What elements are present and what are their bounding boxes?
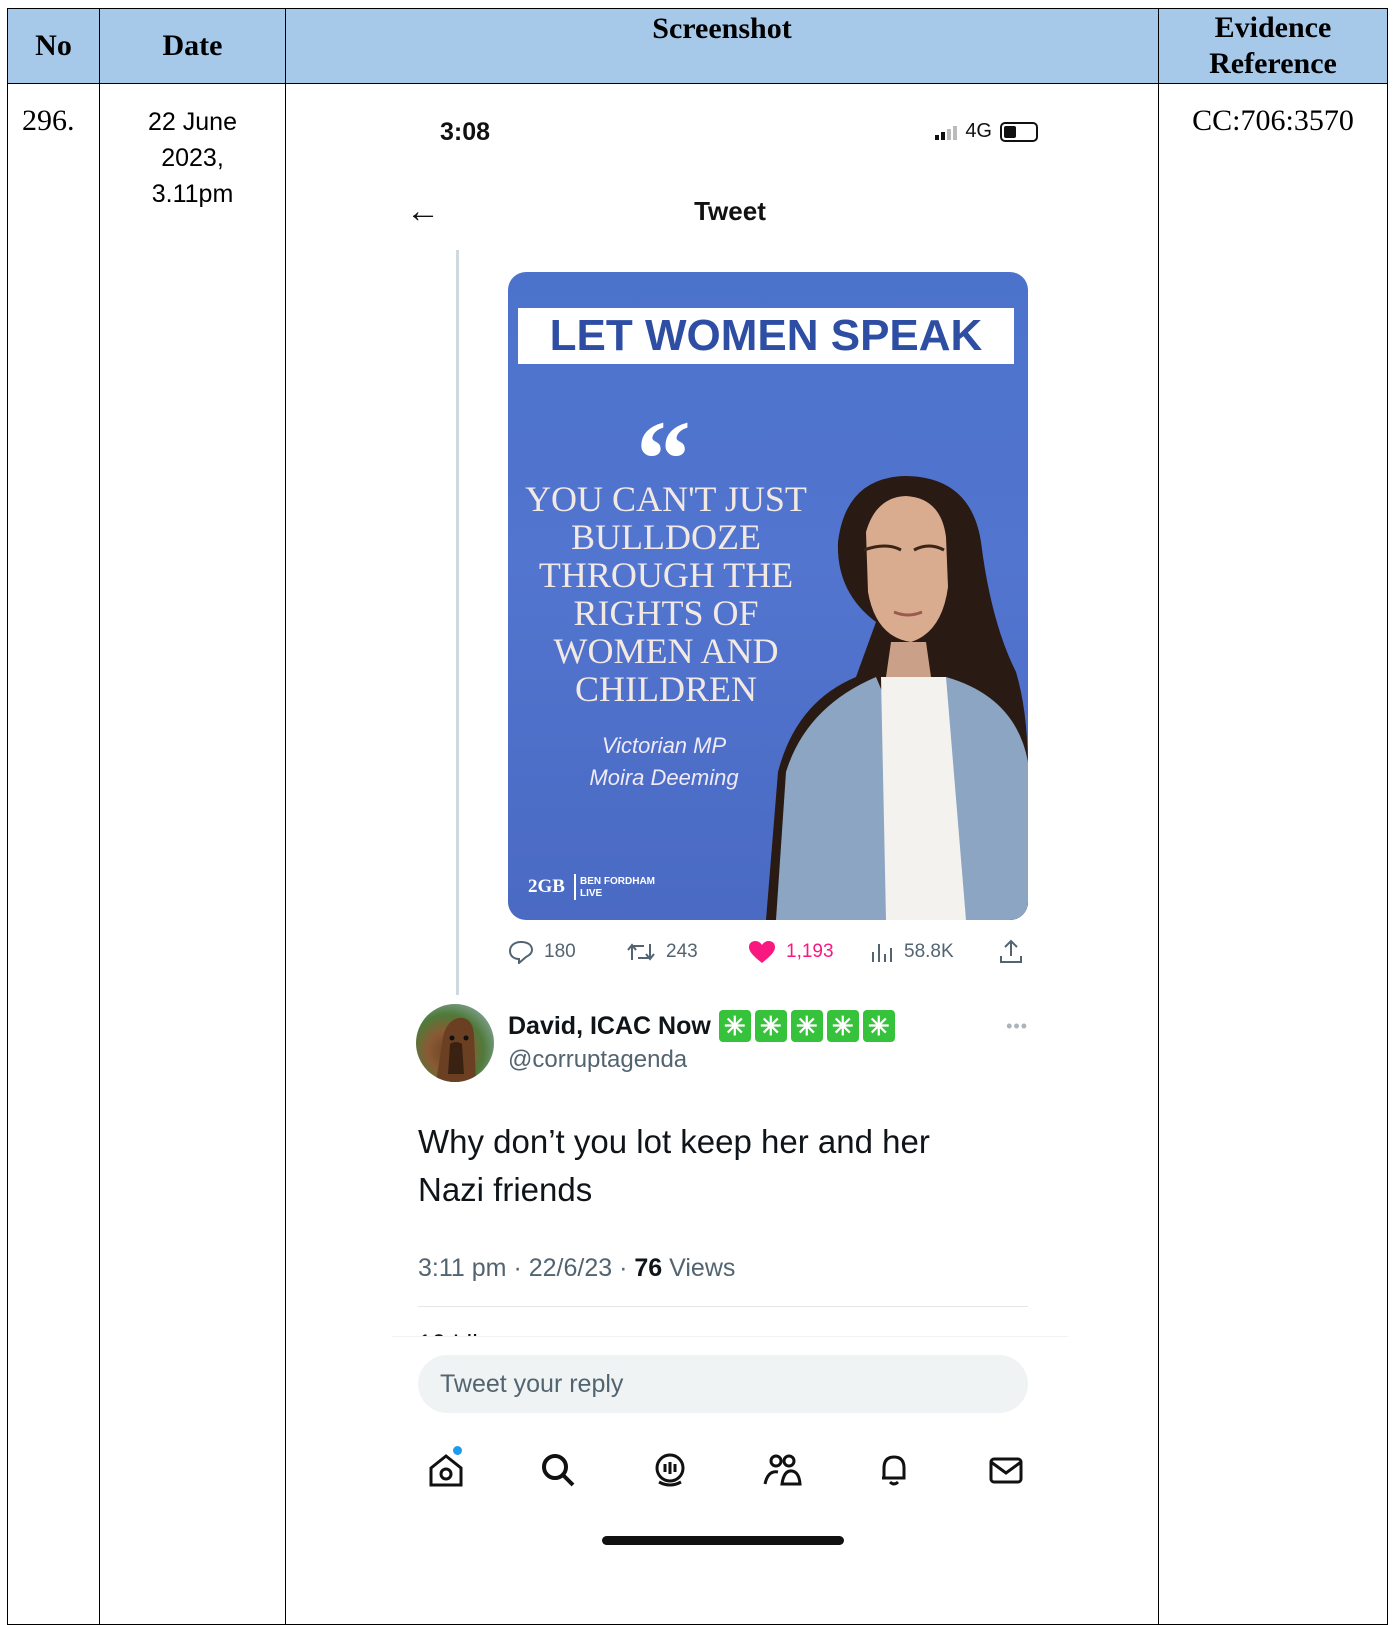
views-action[interactable]: 58.8K [870, 940, 998, 964]
views-count: 58.8K [904, 941, 954, 962]
reply-time: 3:11 pm [418, 1254, 507, 1282]
battery-icon [1000, 121, 1038, 142]
bottom-tab-bar [392, 1438, 1068, 1498]
page-title: Tweet [694, 196, 766, 226]
phone-screenshot: 3:08 4G ← Tweet LET WOMEN SPEAK “ YOU CA… [392, 102, 1068, 1602]
header-screenshot: Screenshot [285, 8, 1159, 84]
image-credit: Victorian MP Moira Deeming [564, 730, 764, 794]
row-evidence-reference: CC:706:3570 [1158, 83, 1388, 1625]
status-indicators: 4G [935, 120, 1038, 143]
author-handle[interactable]: @corruptagenda [508, 1046, 687, 1074]
messages-icon[interactable] [982, 1446, 1030, 1494]
header-evidence-reference: Evidence Reference [1158, 8, 1388, 84]
date-line1: 22 June [148, 108, 237, 136]
date-line3: 3.11pm [151, 180, 234, 208]
status-time: 3:08 [440, 118, 491, 146]
views-icon [872, 944, 892, 962]
like-action[interactable]: 1,193 [748, 940, 870, 964]
meta-separator: · [619, 1254, 635, 1282]
credit-line1: Victorian MP [601, 733, 727, 758]
green-asterisk-icon: ✳ [754, 1010, 787, 1042]
green-asterisk-icon: ✳ [826, 1010, 859, 1042]
reply-views-label: Views [669, 1254, 736, 1282]
reply-count: 180 [544, 941, 576, 962]
reply-action[interactable]: 180 [508, 940, 626, 964]
reply-box[interactable] [418, 1355, 1028, 1413]
share-icon [1000, 939, 1022, 963]
reply-date: 22/6/23 [528, 1254, 613, 1282]
reply-input[interactable] [438, 1369, 1002, 1400]
header-no: No [7, 8, 100, 84]
meta-separator: · [513, 1254, 529, 1282]
green-asterisk-icon: ✳ [790, 1010, 823, 1042]
reply-text: Why don’t you lot keep her and her Nazi … [418, 1118, 1018, 1214]
notification-dot [453, 1446, 462, 1455]
parent-tweet-actions: 180 243 1,193 58.8K [508, 934, 1028, 970]
heart-icon [749, 941, 775, 963]
home-icon[interactable] [422, 1446, 470, 1494]
tweet-media-image[interactable]: LET WOMEN SPEAK “ YOU CAN'T JUST BULLDOZ… [508, 272, 1028, 920]
reply-view-count: 76 [634, 1254, 663, 1282]
date-line2: 2023, [161, 144, 224, 172]
green-asterisk-icon: ✳ [718, 1010, 751, 1042]
spaces-icon[interactable] [646, 1446, 694, 1494]
row-date: 22 June 2023, 3.11pm [99, 83, 286, 1625]
communities-icon[interactable] [758, 1446, 806, 1494]
tweet-nav-bar: ← Tweet [392, 190, 1068, 246]
header-reference-line1: Evidence [1214, 11, 1332, 44]
evidence-table: No Date Screenshot Evidence Reference 29… [7, 8, 1388, 1625]
reply-text-line2: Nazi friends [418, 1171, 593, 1208]
reply-text-line1: Why don’t you lot keep her and her [418, 1123, 930, 1160]
banner-text: LET WOMEN SPEAK [549, 311, 983, 360]
reply-composer-bar [392, 1336, 1068, 1423]
like-count: 1,193 [786, 941, 834, 962]
retweet-count: 243 [666, 941, 698, 962]
logo-show-line1: BEN FORDHAM [580, 876, 655, 887]
retweet-action[interactable]: 243 [626, 940, 748, 964]
logo-2gb: 2GB [528, 876, 565, 897]
reply-meta: 3:11 pm · 22/6/23 · 76 Views [418, 1254, 735, 1283]
green-asterisk-icon: ✳ [862, 1010, 895, 1042]
header-reference-line2: Reference [1209, 47, 1337, 80]
credit-line2: Moira Deeming [589, 765, 739, 790]
share-action[interactable] [998, 939, 1024, 965]
logo-divider [574, 874, 576, 900]
logo-show-line2: LIVE [580, 888, 603, 899]
reply-author[interactable]: David, ICAC Now ✳ ✳ ✳ ✳ ✳ [508, 1010, 895, 1042]
search-icon[interactable] [534, 1446, 582, 1494]
image-banner: LET WOMEN SPEAK [518, 308, 1014, 364]
header-date: Date [99, 8, 286, 84]
home-indicator [602, 1536, 844, 1545]
thread-line [456, 250, 459, 995]
more-icon[interactable]: ••• [1006, 1016, 1028, 1037]
network-label: 4G [965, 120, 992, 142]
horse-avatar-photo [436, 1017, 476, 1082]
reply-icon [508, 940, 534, 964]
status-bar: 3:08 4G [392, 118, 1068, 168]
table-row: 296. 22 June 2023, 3.11pm 3:08 4G ← Twee… [7, 83, 1388, 1625]
logo-show: BEN FORDHAM LIVE [580, 876, 655, 900]
screenshot-cell: 3:08 4G ← Tweet LET WOMEN SPEAK “ YOU CA… [285, 83, 1159, 1625]
portrait-photo [766, 476, 1028, 920]
author-badges: ✳ ✳ ✳ ✳ ✳ [718, 1010, 895, 1042]
row-number: 296. [7, 83, 100, 1625]
author-name: David, ICAC Now [508, 1011, 711, 1040]
notifications-icon[interactable] [870, 1446, 918, 1494]
header-row: No Date Screenshot Evidence Reference [7, 8, 1388, 84]
avatar[interactable] [416, 1004, 494, 1082]
retweet-icon [627, 943, 655, 961]
divider [418, 1306, 1028, 1307]
signal-icon [935, 124, 958, 140]
